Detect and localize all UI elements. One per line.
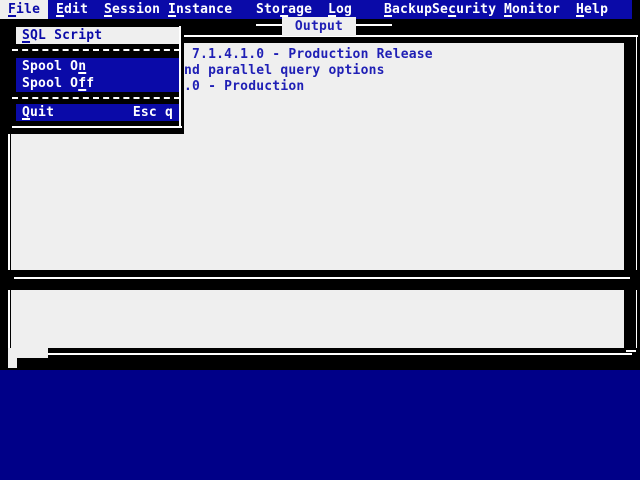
accelerator-char: F bbox=[8, 2, 16, 17]
file-menu-item-shortcut: Esc q bbox=[133, 104, 173, 121]
accelerator-char: r bbox=[280, 2, 288, 17]
accelerator-char: H bbox=[576, 2, 584, 17]
window-frame-bottom bbox=[48, 353, 632, 355]
accelerator-char: Q bbox=[22, 105, 30, 120]
file-menu-item-spool-off[interactable]: Spool Off bbox=[16, 75, 179, 92]
file-menu-border-bottom bbox=[12, 126, 182, 128]
file-menu-separator bbox=[12, 49, 180, 51]
file-menu-separator bbox=[12, 97, 180, 99]
menubar-item-session[interactable]: Session bbox=[104, 0, 160, 19]
output-line: nd parallel query options bbox=[184, 63, 385, 79]
menubar-item-edit[interactable]: Edit bbox=[56, 0, 88, 19]
accelerator-char: B bbox=[384, 2, 392, 17]
file-menu-item-sql-script[interactable]: SQL Script bbox=[16, 27, 179, 44]
accelerator-char: E bbox=[56, 2, 64, 17]
output-window-tab: Output bbox=[282, 17, 356, 36]
accelerator-char: I bbox=[168, 2, 176, 17]
command-input-panel[interactable] bbox=[11, 290, 624, 348]
menubar-item-file[interactable]: File bbox=[0, 0, 48, 19]
accelerator-char: n bbox=[78, 59, 86, 74]
accelerator-char: f bbox=[78, 76, 86, 91]
accelerator-char: S bbox=[104, 2, 112, 17]
file-menu-item-quit[interactable]: QuitEsc q bbox=[16, 104, 179, 121]
accelerator-char: L bbox=[328, 2, 336, 17]
accelerator-char: M bbox=[504, 2, 512, 17]
output-line: .0 - Production bbox=[184, 79, 304, 95]
screen: { "colors": { "menubar_blue": "#0a0aa8",… bbox=[0, 0, 640, 480]
menubar-item-security[interactable]: Security bbox=[432, 0, 496, 19]
menubar-item-help[interactable]: Help bbox=[576, 0, 608, 19]
menubar-item-backup[interactable]: Backup bbox=[384, 0, 432, 19]
screen-background bbox=[0, 370, 640, 480]
menubar-item-instance[interactable]: Instance bbox=[168, 0, 232, 19]
window-separator-band bbox=[8, 270, 637, 290]
window-bottom-band bbox=[0, 348, 640, 370]
right-shadow-strip bbox=[624, 37, 636, 348]
bottom-left-corner-column bbox=[8, 348, 17, 368]
file-menu-item-spool-on[interactable]: Spool On bbox=[16, 58, 179, 75]
output-line: 7.1.4.1.0 - Production Release bbox=[184, 47, 433, 63]
accelerator-char: c bbox=[448, 2, 456, 17]
menubar-item-monitor[interactable]: Monitor bbox=[504, 0, 560, 19]
tab-tick-right bbox=[356, 24, 392, 26]
menu-bar-right-cap bbox=[632, 0, 640, 19]
file-menu: SQL Script Spool OnSpool Off QuitEsc q bbox=[8, 19, 184, 134]
window-frame-bottom-right-dash bbox=[626, 350, 636, 352]
tab-tick-left bbox=[256, 24, 282, 26]
file-menu-border-right bbox=[179, 26, 181, 128]
window-frame-right bbox=[636, 37, 637, 356]
output-window-title: Output bbox=[295, 19, 343, 34]
window-separator-line bbox=[14, 277, 630, 279]
accelerator-char: S bbox=[22, 28, 30, 43]
